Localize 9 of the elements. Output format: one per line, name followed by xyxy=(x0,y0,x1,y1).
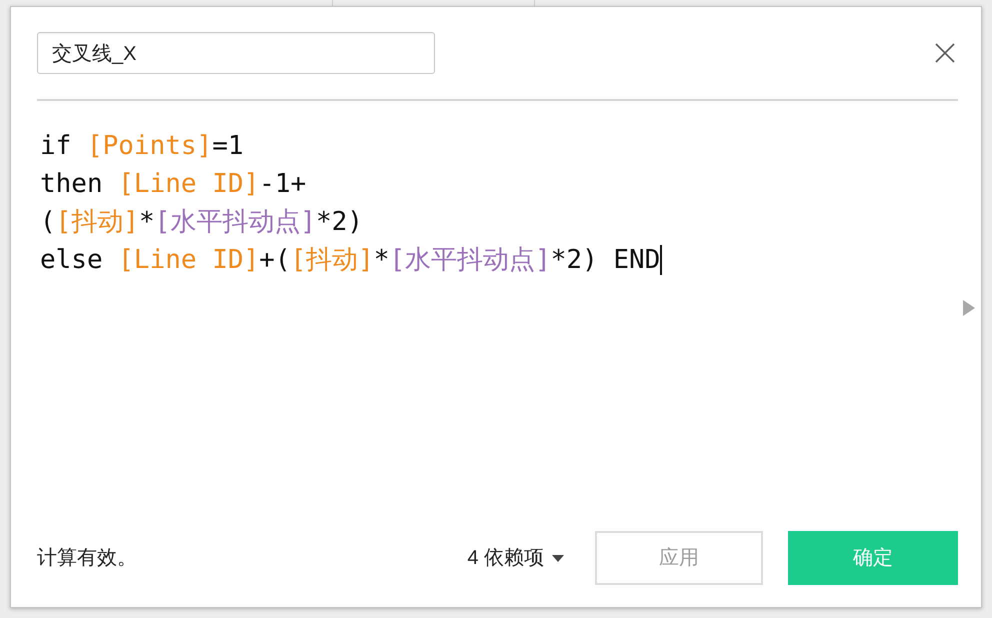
caret-icon xyxy=(552,554,564,562)
close-icon[interactable] xyxy=(935,43,955,63)
code-line: else [Line ID]+([抖动]*[水平抖动点]*2) END xyxy=(40,244,660,277)
dependencies-dropdown[interactable]: 4 依赖项 xyxy=(467,543,564,573)
code-line: if [Points]=1 xyxy=(40,130,244,163)
code-line: then [Line ID]-1+ xyxy=(40,168,306,201)
name-input-field[interactable]: 交叉线_X xyxy=(37,32,435,74)
code-line: ([抖动]*[水平抖动点]*2) xyxy=(40,206,363,239)
status-text: 计算有效。 xyxy=(37,546,137,571)
